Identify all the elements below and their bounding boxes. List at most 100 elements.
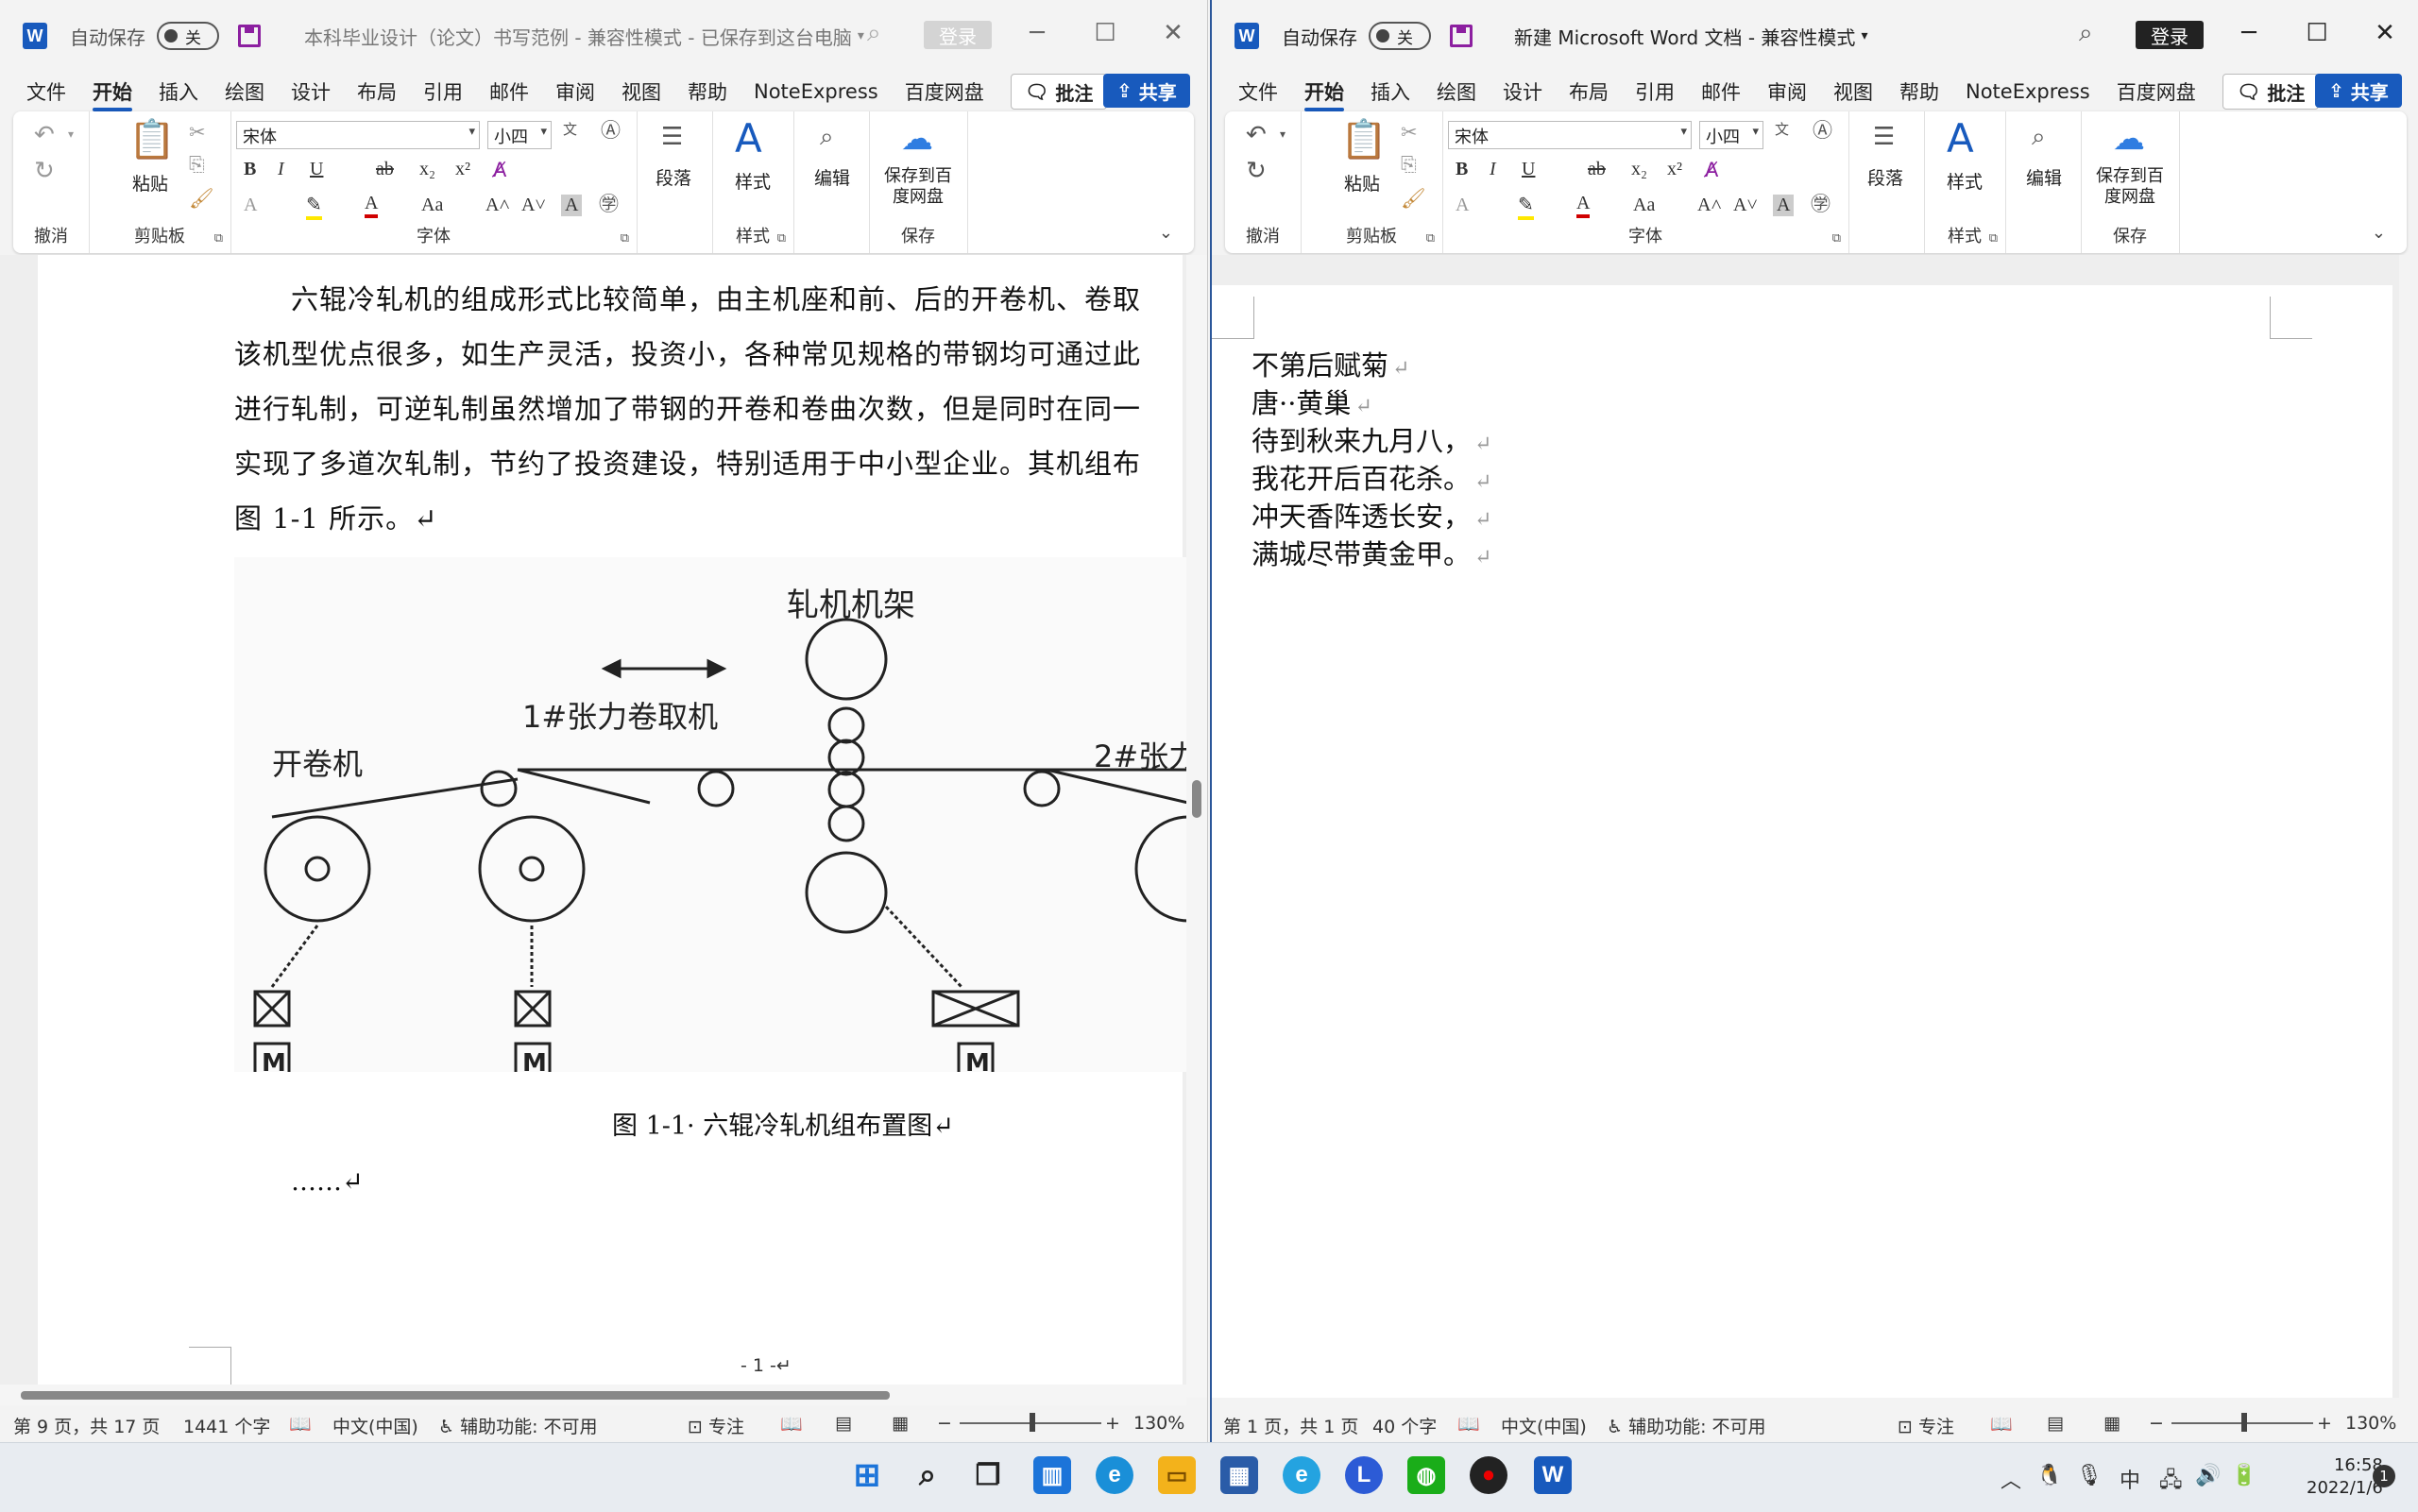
zoom-in-icon[interactable]: +	[1105, 1413, 1120, 1434]
word-count[interactable]: 1441 个字	[183, 1413, 270, 1438]
tab-design[interactable]: 设计	[291, 77, 331, 106]
paragraph-icon[interactable]: ☰	[661, 125, 683, 149]
share-button[interactable]: ⇪ 共享	[2315, 74, 2402, 108]
accessibility-status[interactable]: ♿ 辅助功能: 不可用	[438, 1413, 598, 1438]
zoom-slider-thumb[interactable]	[1030, 1413, 1035, 1432]
baidu-cloud-icon[interactable]: ☁	[2113, 123, 2145, 155]
microphone-icon[interactable]: 🎙	[2076, 1464, 2103, 1487]
document-page[interactable]: 六辊冷轧机的组成形式比较简单，由主机座和前、后的开卷机、卷取 该机型优点很多，如…	[38, 255, 1188, 1389]
comment-button[interactable]: 🗨 批注	[1011, 74, 1108, 110]
paste-icon[interactable]: 📋	[128, 121, 176, 159]
chevron-down-icon[interactable]: ▾	[68, 128, 74, 140]
print-layout-icon[interactable]: ▤	[835, 1413, 852, 1434]
minimize-icon[interactable]: ─	[1018, 19, 1056, 47]
edge-icon[interactable]: e	[1096, 1456, 1133, 1494]
dialog-launcher-icon[interactable]: ⧉	[1832, 231, 1841, 246]
vertical-scrollbar[interactable]	[1186, 255, 1207, 1398]
cut-icon[interactable]: ✂	[1401, 123, 1418, 143]
font-name-select[interactable]: 宋体 ▾	[236, 121, 480, 149]
format-painter-icon[interactable]: 🖌	[1401, 189, 1426, 209]
page-count[interactable]: 第 9 页，共 17 页	[13, 1413, 160, 1438]
styles-icon[interactable]: A	[735, 119, 762, 159]
maximize-icon[interactable]: ☐	[2298, 19, 2336, 47]
clear-format-icon[interactable]: A̸	[493, 161, 506, 180]
font-size-select[interactable]: 小四 ▾	[487, 121, 552, 149]
document-page[interactable]: 不第后赋菊 ↵ 唐··黄巢 ↵ 待到秋来九月八， ↵ 我花开后百花杀。 ↵ 冲天香阵透长…	[1212, 285, 2392, 1398]
redo-icon[interactable]: ↻	[34, 159, 55, 183]
tab-draw[interactable]: 绘图	[225, 77, 264, 106]
zoom-level[interactable]: 130%	[2345, 1413, 2396, 1434]
comment-button[interactable]: 🗨 批注	[2222, 74, 2320, 110]
ime-indicator[interactable]: 中	[2120, 1464, 2140, 1494]
accessibility-status[interactable]: ♿ 辅助功能: 不可用	[1607, 1413, 1766, 1438]
enclose-char-icon[interactable]: ㊫	[1811, 195, 1831, 214]
proofing-icon[interactable]: 📖	[289, 1413, 312, 1435]
wechat-icon[interactable]: ◍	[1407, 1456, 1445, 1494]
tab-help[interactable]: 帮助	[688, 77, 727, 106]
document-title[interactable]: 本科毕业设计（论文）书写范例 - 兼容性模式 - 已保存到这台电脑	[304, 23, 852, 50]
strikethrough-button[interactable]: ab	[1588, 159, 1606, 180]
format-painter-icon[interactable]: 🖌	[189, 189, 214, 209]
dialog-launcher-icon[interactable]: ⧉	[1989, 231, 1998, 246]
tab-noteexpress[interactable]: NoteExpress	[1966, 80, 2090, 103]
zoom-out-icon[interactable]: −	[2149, 1413, 2164, 1434]
subscript-button[interactable]: x₂	[419, 159, 435, 180]
font-color-button[interactable]: A	[1576, 193, 1591, 218]
redo-icon[interactable]: ↻	[1246, 159, 1267, 183]
shrink-font-button[interactable]: A˅	[521, 195, 546, 216]
tab-home[interactable]: 开始	[93, 77, 132, 111]
font-size-select[interactable]: 小四 ▾	[1699, 121, 1763, 149]
font-color-button[interactable]: A	[365, 193, 379, 218]
close-icon[interactable]: ✕	[1154, 19, 1192, 47]
network-icon[interactable]: 🖧	[2159, 1464, 2183, 1500]
store-icon[interactable]: ▦	[1220, 1456, 1258, 1494]
volume-icon[interactable]: 🔊	[2195, 1464, 2221, 1487]
paragraph-icon[interactable]: ☰	[1873, 125, 1895, 149]
tab-file[interactable]: 文件	[1238, 77, 1278, 106]
zoom-level[interactable]: 130%	[1133, 1413, 1184, 1434]
chevron-down-icon[interactable]: ▾	[1280, 128, 1286, 140]
copy-icon[interactable]: ⎘	[1401, 155, 1417, 175]
tab-insert[interactable]: 插入	[159, 77, 198, 106]
autosave-toggle[interactable]: 关	[157, 22, 219, 50]
start-icon[interactable]: ⊞	[848, 1456, 886, 1494]
print-layout-icon[interactable]: ▤	[2047, 1413, 2064, 1434]
tab-design[interactable]: 设计	[1503, 77, 1542, 106]
share-button[interactable]: ⇪ 共享	[1103, 74, 1190, 108]
read-mode-icon[interactable]: 📖	[1990, 1413, 2013, 1435]
tab-baidu[interactable]: 百度网盘	[2117, 77, 2196, 106]
enclose-char-icon[interactable]: ㊫	[599, 195, 619, 214]
text-effects-button[interactable]: A	[244, 195, 257, 216]
zoom-slider-thumb[interactable]	[2241, 1413, 2247, 1432]
change-case-button[interactable]: Aa	[421, 195, 443, 216]
italic-button[interactable]: I	[278, 159, 284, 180]
document-title[interactable]: 新建 Microsoft Word 文档 - 兼容性模式	[1514, 23, 1855, 50]
vertical-scrollbar[interactable]	[2399, 255, 2418, 1398]
battery-icon[interactable]: 🔋	[2231, 1464, 2256, 1487]
language[interactable]: 中文(中国)	[332, 1413, 418, 1438]
text-effects-button[interactable]: A	[1456, 195, 1469, 216]
superscript-button[interactable]: x²	[455, 159, 470, 180]
focus-mode[interactable]: ⊡ 专注	[1898, 1413, 1954, 1438]
chevron-down-icon[interactable]: ⌄	[2372, 223, 2386, 243]
save-icon[interactable]	[238, 25, 261, 47]
task-view-icon[interactable]: ❐	[969, 1456, 1007, 1494]
tab-review[interactable]: 审阅	[555, 77, 595, 106]
underline-button[interactable]: U	[310, 159, 323, 180]
char-border-icon[interactable]: Ⓐ	[1813, 121, 1832, 141]
focus-mode[interactable]: ⊡ 专注	[688, 1413, 744, 1438]
word-taskbar-icon[interactable]: W	[1534, 1456, 1572, 1494]
search-icon[interactable]: ⌕	[820, 125, 834, 149]
app-l-icon[interactable]: L	[1345, 1456, 1383, 1494]
dialog-launcher-icon[interactable]: ⧉	[777, 231, 786, 246]
tab-mailings[interactable]: 邮件	[489, 77, 529, 106]
page-count[interactable]: 第 1 页，共 1 页	[1223, 1413, 1358, 1438]
file-explorer-icon[interactable]: ▭	[1158, 1456, 1196, 1494]
tab-home[interactable]: 开始	[1304, 77, 1344, 111]
tab-draw[interactable]: 绘图	[1437, 77, 1476, 106]
tab-references[interactable]: 引用	[423, 77, 463, 106]
language[interactable]: 中文(中国)	[1501, 1413, 1587, 1438]
chevron-down-icon[interactable]: ▾	[1861, 28, 1867, 43]
close-icon[interactable]: ✕	[2366, 19, 2404, 47]
notification-badge[interactable]: 1	[2373, 1465, 2395, 1487]
